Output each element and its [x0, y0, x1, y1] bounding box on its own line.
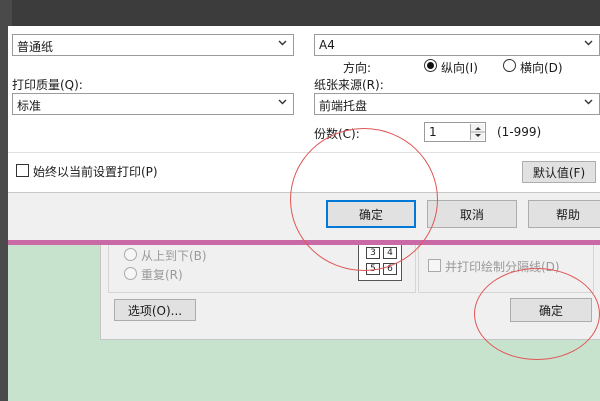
- defaults-button[interactable]: 默认值(F): [522, 161, 596, 183]
- portrait-label[interactable]: 纵向(I): [441, 59, 478, 76]
- copies-spinbox[interactable]: 1: [424, 122, 486, 142]
- paper-type-select[interactable]: 普通纸: [12, 34, 294, 56]
- divider: [8, 152, 600, 153]
- top-down-radio[interactable]: [124, 248, 137, 261]
- repeat-radio[interactable]: [124, 267, 137, 280]
- copies-value: 1: [429, 125, 437, 139]
- portrait-radio[interactable]: [424, 59, 437, 72]
- chevron-down-icon: [278, 99, 287, 105]
- print-quality-value: 标准: [17, 99, 42, 113]
- top-down-label[interactable]: 从上到下(B): [141, 247, 207, 264]
- print-quality-select[interactable]: 标准: [12, 93, 294, 115]
- print-cut-lines-checkbox[interactable]: [428, 259, 441, 272]
- spinner-arrows[interactable]: [470, 124, 485, 140]
- spinner-icon: [471, 127, 485, 137]
- highlight-circle: [474, 268, 600, 360]
- paper-source-value: 前端托盘: [319, 99, 368, 113]
- paper-source-select[interactable]: 前端托盘: [314, 93, 600, 115]
- copies-range: (1-999): [497, 125, 542, 139]
- orientation-label: 方向:: [343, 61, 372, 75]
- paper-size-select[interactable]: A4: [314, 34, 600, 56]
- chevron-down-icon: [278, 40, 287, 46]
- landscape-label[interactable]: 横向(D): [520, 59, 563, 76]
- always-print-label[interactable]: 始终以当前设置打印(P): [33, 163, 158, 180]
- paper-type-value: 普通纸: [17, 40, 54, 54]
- always-print-checkbox[interactable]: [16, 164, 29, 177]
- highlight-circle: [290, 128, 438, 271]
- chevron-down-icon: [584, 40, 593, 46]
- cancel-button[interactable]: 取消: [427, 200, 517, 228]
- repeat-label[interactable]: 重复(R): [141, 266, 183, 283]
- options-button[interactable]: 选项(O)...: [114, 299, 196, 321]
- paper-source-label: 纸张来源(R):: [314, 78, 384, 92]
- landscape-radio[interactable]: [503, 59, 516, 72]
- chevron-down-icon: [584, 99, 593, 105]
- print-quality-label: 打印质量(Q):: [12, 78, 83, 92]
- help-button[interactable]: 帮助: [528, 200, 600, 228]
- paper-size-value: A4: [319, 38, 335, 52]
